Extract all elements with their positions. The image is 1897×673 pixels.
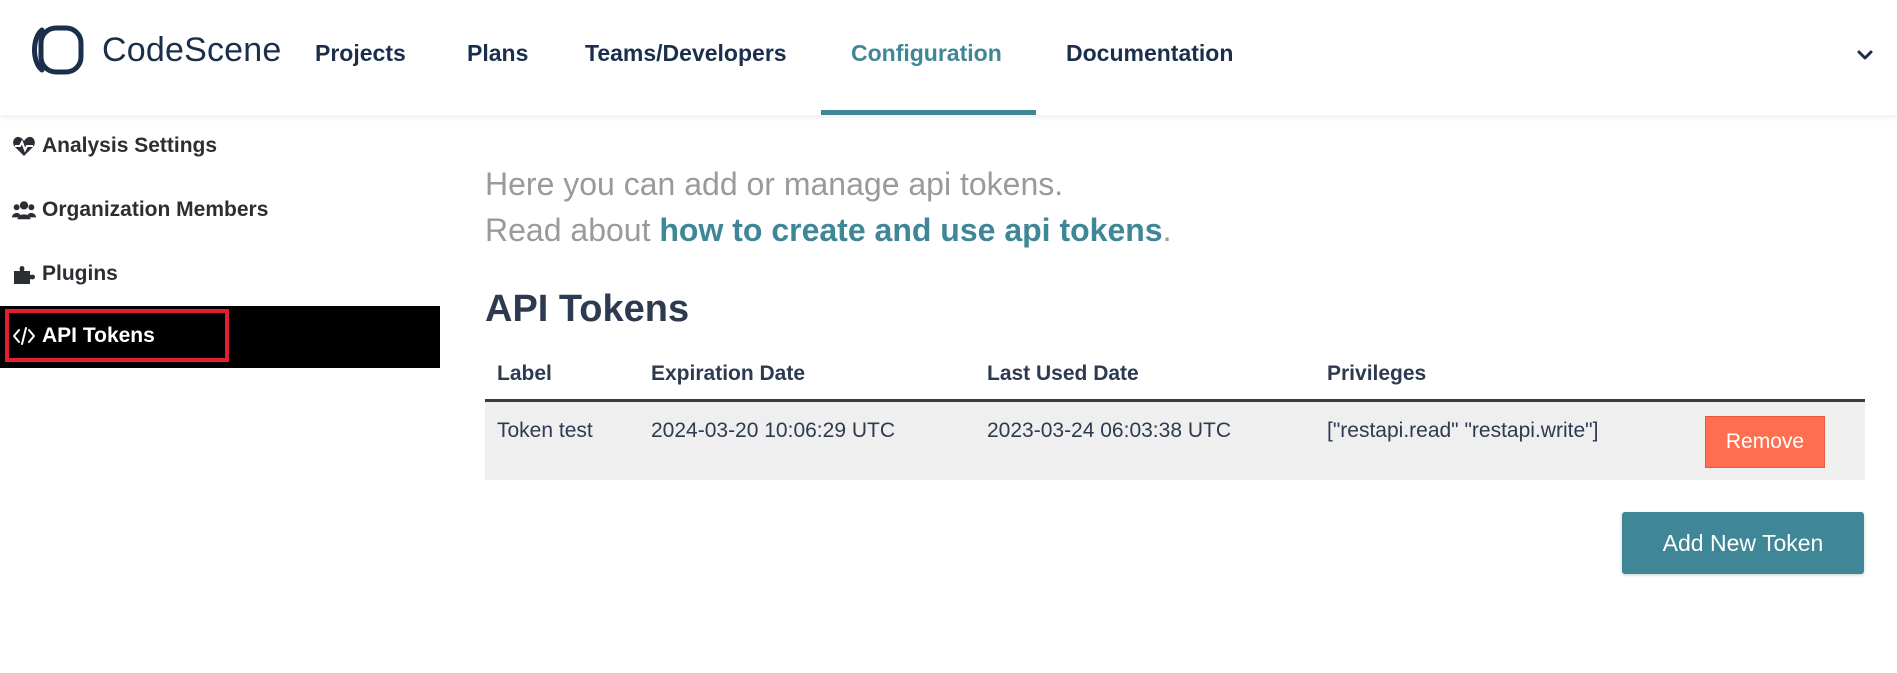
column-header-label: Label [497,362,552,385]
users-icon [12,201,36,220]
docs-link[interactable]: how to create and use api tokens [659,212,1162,248]
codescene-logo-icon [32,25,84,75]
logo[interactable]: CodeScene [28,24,282,76]
cell-privileges: ["restapi.read" "restapi.write"] [1327,419,1599,442]
puzzle-icon [14,266,35,284]
sidebar-item-label: Organization Members [42,198,269,221]
active-tab-indicator [821,110,1036,115]
sidebar-item-api-tokens-content: API Tokens [12,324,155,348]
sidebar-item-label: Plugins [42,262,118,285]
code-icon [13,327,35,345]
chevron-down-icon[interactable] [1856,46,1874,64]
table-row: Token test 2024-03-20 10:06:29 UTC 2023-… [485,402,1865,480]
column-header-privileges: Privileges [1327,362,1427,385]
tokens-table: Label Expiration Date Last Used Date Pri… [485,352,1865,480]
cell-last-used: 2023-03-24 06:03:38 UTC [987,419,1231,442]
heartbeat-icon [13,136,35,156]
sidebar-item-organization-members[interactable]: Organization Members [12,198,268,222]
add-new-token-button[interactable]: Add New Token [1622,512,1864,574]
sidebar-item-plugins[interactable]: Plugins [12,262,118,286]
intro-suffix: . [1162,212,1172,248]
nav-teams-developers[interactable]: Teams/Developers [585,40,787,67]
intro-text: Here you can add or manage api tokens. [485,166,1064,202]
nav-projects[interactable]: Projects [315,40,406,67]
top-navbar: CodeScene Projects Plans Teams/Developer… [0,0,1897,115]
column-header-expiration: Expiration Date [651,362,806,385]
cell-expiration: 2024-03-20 10:06:29 UTC [651,419,895,442]
column-header-last-used: Last Used Date [987,362,1139,385]
nav-plans[interactable]: Plans [467,40,528,67]
intro-prefix: Read about [485,212,660,248]
sidebar-item-label: Analysis Settings [42,134,218,157]
cell-label: Token test [497,419,593,442]
sidebar-item-label: API Tokens [42,324,155,347]
logo-text: CodeScene [102,30,282,69]
sidebar-item-analysis-settings[interactable]: Analysis Settings [12,134,217,158]
section-title: API Tokens [485,288,690,330]
table-header: Label Expiration Date Last Used Date Pri… [485,352,1865,402]
intro-read-about: Read about how to create and use api tok… [485,212,1171,249]
nav-configuration[interactable]: Configuration [851,40,1002,67]
sidebar-item-api-tokens[interactable]: API Tokens [0,306,440,368]
remove-token-button[interactable]: Remove [1705,416,1825,468]
nav-documentation[interactable]: Documentation [1066,40,1233,67]
